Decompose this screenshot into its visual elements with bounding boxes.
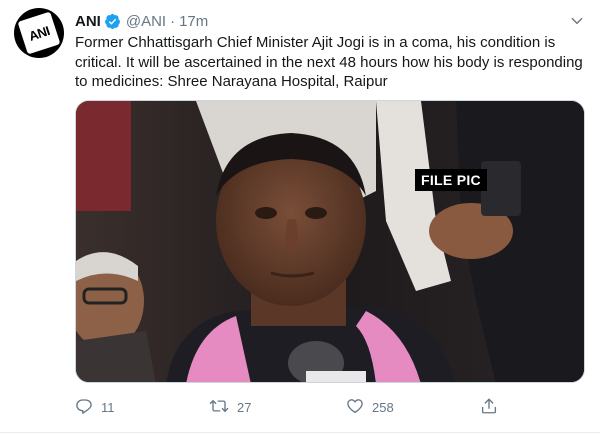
reply-icon	[75, 397, 93, 418]
heart-icon	[346, 397, 364, 418]
tweet-media-photo[interactable]: FILE PIC	[75, 100, 585, 383]
ani-logo: ANI	[17, 11, 61, 55]
tweet-header: ANI @ANI · 17m	[75, 10, 586, 32]
header-separator: ·	[170, 12, 176, 30]
tweet-timestamp[interactable]: 17m	[179, 13, 208, 30]
tweet-card[interactable]: ANI ANI @ANI · 17m Former Chhattisgarh C…	[0, 0, 600, 433]
like-button[interactable]: 258	[346, 397, 394, 418]
share-icon	[480, 397, 498, 418]
photo-scene	[76, 101, 584, 382]
author-handle[interactable]: @ANI	[126, 13, 166, 30]
reply-button[interactable]: 11	[75, 397, 115, 418]
retweet-button[interactable]: 27	[209, 397, 251, 418]
avatar[interactable]: ANI	[14, 8, 64, 58]
share-button[interactable]	[480, 397, 498, 418]
file-pic-label: FILE PIC	[415, 169, 487, 191]
verified-badge-icon	[104, 13, 121, 30]
reply-count: 11	[101, 399, 115, 415]
retweet-icon	[209, 397, 229, 418]
tweet-actions: 11 27 258	[75, 395, 515, 419]
chevron-down-icon[interactable]	[568, 12, 586, 30]
tweet-text: Former Chhattisgarh Chief Minister Ajit …	[75, 34, 583, 90]
like-count: 258	[372, 399, 394, 415]
author-name[interactable]: ANI	[75, 13, 101, 30]
retweet-count: 27	[237, 399, 252, 415]
